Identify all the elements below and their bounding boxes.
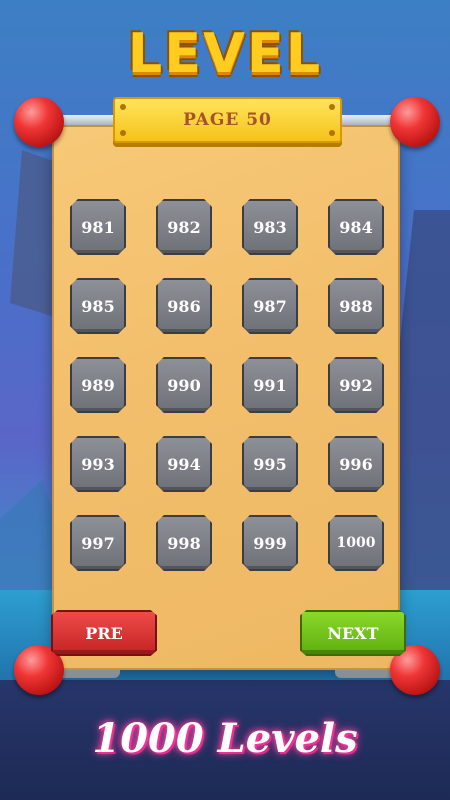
next-button-label: NEXT <box>327 623 379 643</box>
level-tile[interactable]: 995 <box>242 436 298 492</box>
previous-button-label: PRE <box>85 623 123 643</box>
page-label: PAGE 50 <box>183 110 272 130</box>
level-tile[interactable]: 998 <box>156 515 212 571</box>
level-tile[interactable]: 999 <box>242 515 298 571</box>
level-number: 983 <box>253 217 287 237</box>
screw-icon <box>120 104 126 110</box>
level-tile[interactable]: 994 <box>156 436 212 492</box>
red-knob-top-right <box>390 97 440 147</box>
level-tile[interactable]: 990 <box>156 357 212 413</box>
level-tile[interactable]: 993 <box>70 436 126 492</box>
level-tile[interactable]: 1000 <box>328 515 384 571</box>
level-number: 1000 <box>336 535 376 551</box>
level-tile[interactable]: 984 <box>328 199 384 255</box>
level-tile[interactable]: 987 <box>242 278 298 334</box>
level-number: 989 <box>81 375 115 395</box>
level-number: 990 <box>167 375 201 395</box>
previous-page-button[interactable]: PRE <box>51 610 157 656</box>
level-number: 984 <box>339 217 373 237</box>
level-tile[interactable]: 997 <box>70 515 126 571</box>
level-number: 995 <box>253 454 287 474</box>
level-tile[interactable]: 985 <box>70 278 126 334</box>
level-number: 988 <box>339 296 373 316</box>
red-knob-top-left <box>14 97 64 147</box>
level-tile[interactable]: 983 <box>242 199 298 255</box>
level-number: 993 <box>81 454 115 474</box>
level-number: 998 <box>167 533 201 553</box>
level-tile[interactable]: 986 <box>156 278 212 334</box>
level-tile[interactable]: 989 <box>70 357 126 413</box>
level-number: 987 <box>253 296 287 316</box>
level-number: 985 <box>81 296 115 316</box>
next-page-button[interactable]: NEXT <box>300 610 406 656</box>
screw-icon <box>120 130 126 136</box>
level-tile[interactable]: 992 <box>328 357 384 413</box>
level-number: 994 <box>167 454 201 474</box>
level-number: 991 <box>253 375 287 395</box>
level-tile[interactable]: 982 <box>156 199 212 255</box>
level-tile[interactable]: 981 <box>70 199 126 255</box>
level-number: 982 <box>167 217 201 237</box>
screw-icon <box>329 130 335 136</box>
page-banner: PAGE 50 <box>113 97 342 143</box>
screw-icon <box>329 104 335 110</box>
level-tile[interactable]: 988 <box>328 278 384 334</box>
level-number: 999 <box>253 533 287 553</box>
level-number: 981 <box>81 217 115 237</box>
footer-banner-text: 1000 Levels <box>92 715 358 762</box>
level-number: 986 <box>167 296 201 316</box>
level-number: 996 <box>339 454 373 474</box>
level-tile[interactable]: 996 <box>328 436 384 492</box>
level-title: LEVEL <box>127 22 323 85</box>
level-number: 997 <box>81 533 115 553</box>
level-number: 992 <box>339 375 373 395</box>
level-tile[interactable]: 991 <box>242 357 298 413</box>
